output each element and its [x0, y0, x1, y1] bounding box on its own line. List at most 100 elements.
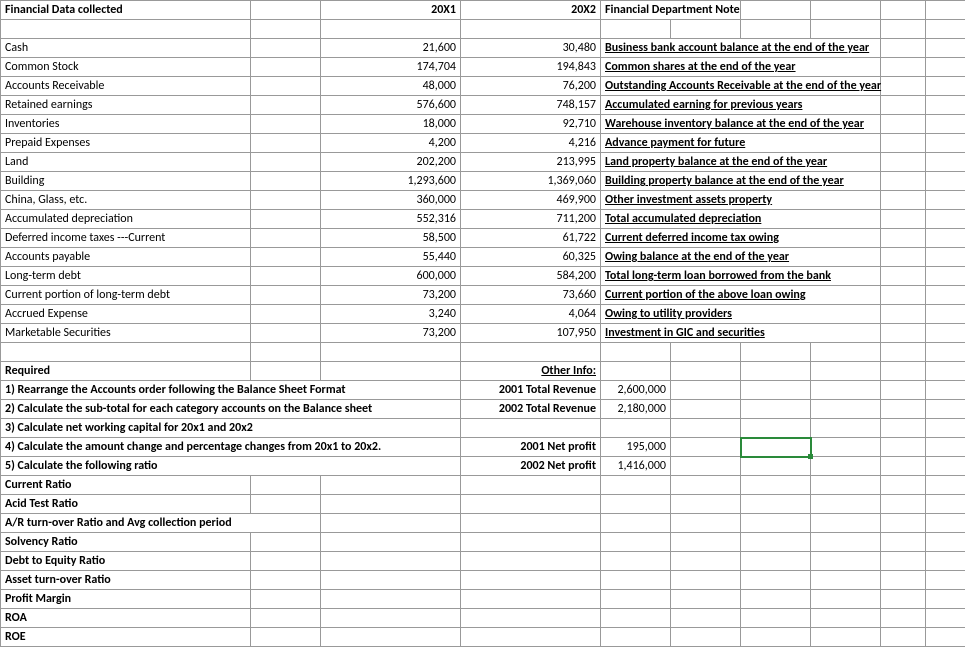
cell[interactable] — [671, 590, 741, 609]
value-20x1[interactable]: 73,200 — [321, 286, 461, 305]
cell[interactable] — [321, 533, 461, 552]
cell[interactable] — [926, 229, 965, 248]
cell[interactable] — [811, 1, 881, 20]
cell[interactable] — [321, 362, 461, 381]
value-20x2[interactable]: 4,216 — [461, 134, 601, 153]
cell[interactable] — [251, 134, 321, 153]
cell[interactable] — [251, 191, 321, 210]
cell[interactable] — [601, 533, 671, 552]
cell[interactable] — [926, 305, 965, 324]
note-cell[interactable]: Owing to utility providers — [601, 305, 671, 324]
cell[interactable] — [741, 514, 811, 533]
header-title[interactable]: Financial Data collected — [1, 1, 251, 20]
note-cell[interactable]: Common shares at the end of the year — [601, 58, 671, 77]
note-cell[interactable]: Building property balance at the end of … — [601, 172, 671, 191]
value-20x2[interactable]: 73,660 — [461, 286, 601, 305]
cell[interactable] — [251, 457, 321, 476]
cell[interactable] — [881, 571, 926, 590]
row-label[interactable]: Inventories — [1, 115, 251, 134]
cell[interactable] — [461, 590, 601, 609]
cell[interactable] — [601, 20, 671, 39]
value-20x1[interactable]: 174,704 — [321, 58, 461, 77]
cell[interactable] — [881, 115, 926, 134]
cell[interactable] — [881, 400, 926, 419]
cell[interactable] — [251, 286, 321, 305]
value-20x1[interactable]: 1,293,600 — [321, 172, 461, 191]
cell[interactable] — [321, 20, 461, 39]
cell[interactable] — [321, 419, 461, 438]
cell[interactable] — [741, 20, 811, 39]
cell[interactable] — [321, 514, 461, 533]
value-20x2[interactable]: 469,900 — [461, 191, 601, 210]
cell[interactable] — [251, 77, 321, 96]
cell[interactable] — [881, 172, 926, 191]
value-20x1[interactable]: 552,316 — [321, 210, 461, 229]
cell[interactable] — [251, 552, 321, 571]
value-20x1[interactable]: 360,000 — [321, 191, 461, 210]
value-20x1[interactable]: 21,600 — [321, 39, 461, 58]
cell[interactable] — [251, 362, 321, 381]
value-20x2[interactable]: 60,325 — [461, 248, 601, 267]
value-20x1[interactable]: 73,200 — [321, 324, 461, 343]
value-20x2[interactable]: 748,157 — [461, 96, 601, 115]
cell[interactable] — [251, 248, 321, 267]
cell[interactable] — [926, 438, 965, 457]
cell[interactable] — [601, 552, 671, 571]
ratio-label[interactable]: Acid Test Ratio — [1, 495, 251, 514]
cell[interactable] — [811, 286, 881, 305]
cell[interactable] — [881, 229, 926, 248]
cell[interactable] — [881, 153, 926, 172]
value-20x2[interactable]: 213,995 — [461, 153, 601, 172]
value-20x1[interactable]: 55,440 — [321, 248, 461, 267]
cell[interactable] — [321, 457, 461, 476]
note-cell[interactable]: Outstanding Accounts Receivable at the e… — [601, 77, 671, 96]
row-label[interactable]: Accrued Expense — [1, 305, 251, 324]
value-20x2[interactable]: 76,200 — [461, 77, 601, 96]
cell[interactable] — [811, 571, 881, 590]
cell[interactable] — [741, 343, 811, 362]
cell[interactable] — [881, 381, 926, 400]
cell[interactable] — [601, 628, 671, 647]
ratio-label[interactable]: Debt to Equity Ratio — [1, 552, 251, 571]
value-20x2[interactable]: 107,950 — [461, 324, 601, 343]
cell[interactable] — [671, 628, 741, 647]
cell[interactable] — [671, 343, 741, 362]
cell[interactable] — [321, 476, 461, 495]
cell[interactable] — [741, 362, 811, 381]
cell[interactable] — [251, 305, 321, 324]
cell[interactable] — [811, 495, 881, 514]
value-20x2[interactable]: 92,710 — [461, 115, 601, 134]
cell[interactable] — [811, 628, 881, 647]
cell[interactable] — [811, 476, 881, 495]
value-20x1[interactable]: 202,200 — [321, 153, 461, 172]
cell[interactable] — [461, 495, 601, 514]
cell[interactable] — [321, 495, 461, 514]
cell[interactable] — [811, 533, 881, 552]
cell[interactable] — [741, 134, 811, 153]
cell[interactable] — [741, 571, 811, 590]
cell[interactable] — [811, 552, 881, 571]
ratio-label[interactable]: ROE — [1, 628, 251, 647]
cell[interactable] — [926, 286, 965, 305]
cell[interactable] — [671, 476, 741, 495]
cell[interactable] — [671, 533, 741, 552]
cell[interactable] — [251, 514, 321, 533]
value-20x1[interactable]: 600,000 — [321, 267, 461, 286]
value-20x2[interactable]: 711,200 — [461, 210, 601, 229]
other-info-value[interactable]: 1,416,000 — [601, 457, 671, 476]
other-info-value[interactable]: 2,600,000 — [601, 381, 671, 400]
cell[interactable] — [811, 362, 881, 381]
note-cell[interactable]: Owing balance at the end of the year — [601, 248, 671, 267]
cell[interactable] — [881, 305, 926, 324]
row-label[interactable]: China, Glass, etc. — [1, 191, 251, 210]
selected-cell[interactable] — [741, 438, 811, 457]
cell[interactable] — [741, 628, 811, 647]
cell[interactable] — [671, 400, 741, 419]
cell[interactable] — [926, 476, 965, 495]
cell[interactable] — [1, 343, 251, 362]
ratio-label[interactable]: Asset turn-over Ratio — [1, 571, 251, 590]
note-cell[interactable]: Total long-term loan borrowed from the b… — [601, 267, 671, 286]
note-cell[interactable]: Business bank account balance at the end… — [601, 39, 671, 58]
cell[interactable] — [811, 324, 881, 343]
header-20x2[interactable]: 20X2 — [461, 1, 601, 20]
